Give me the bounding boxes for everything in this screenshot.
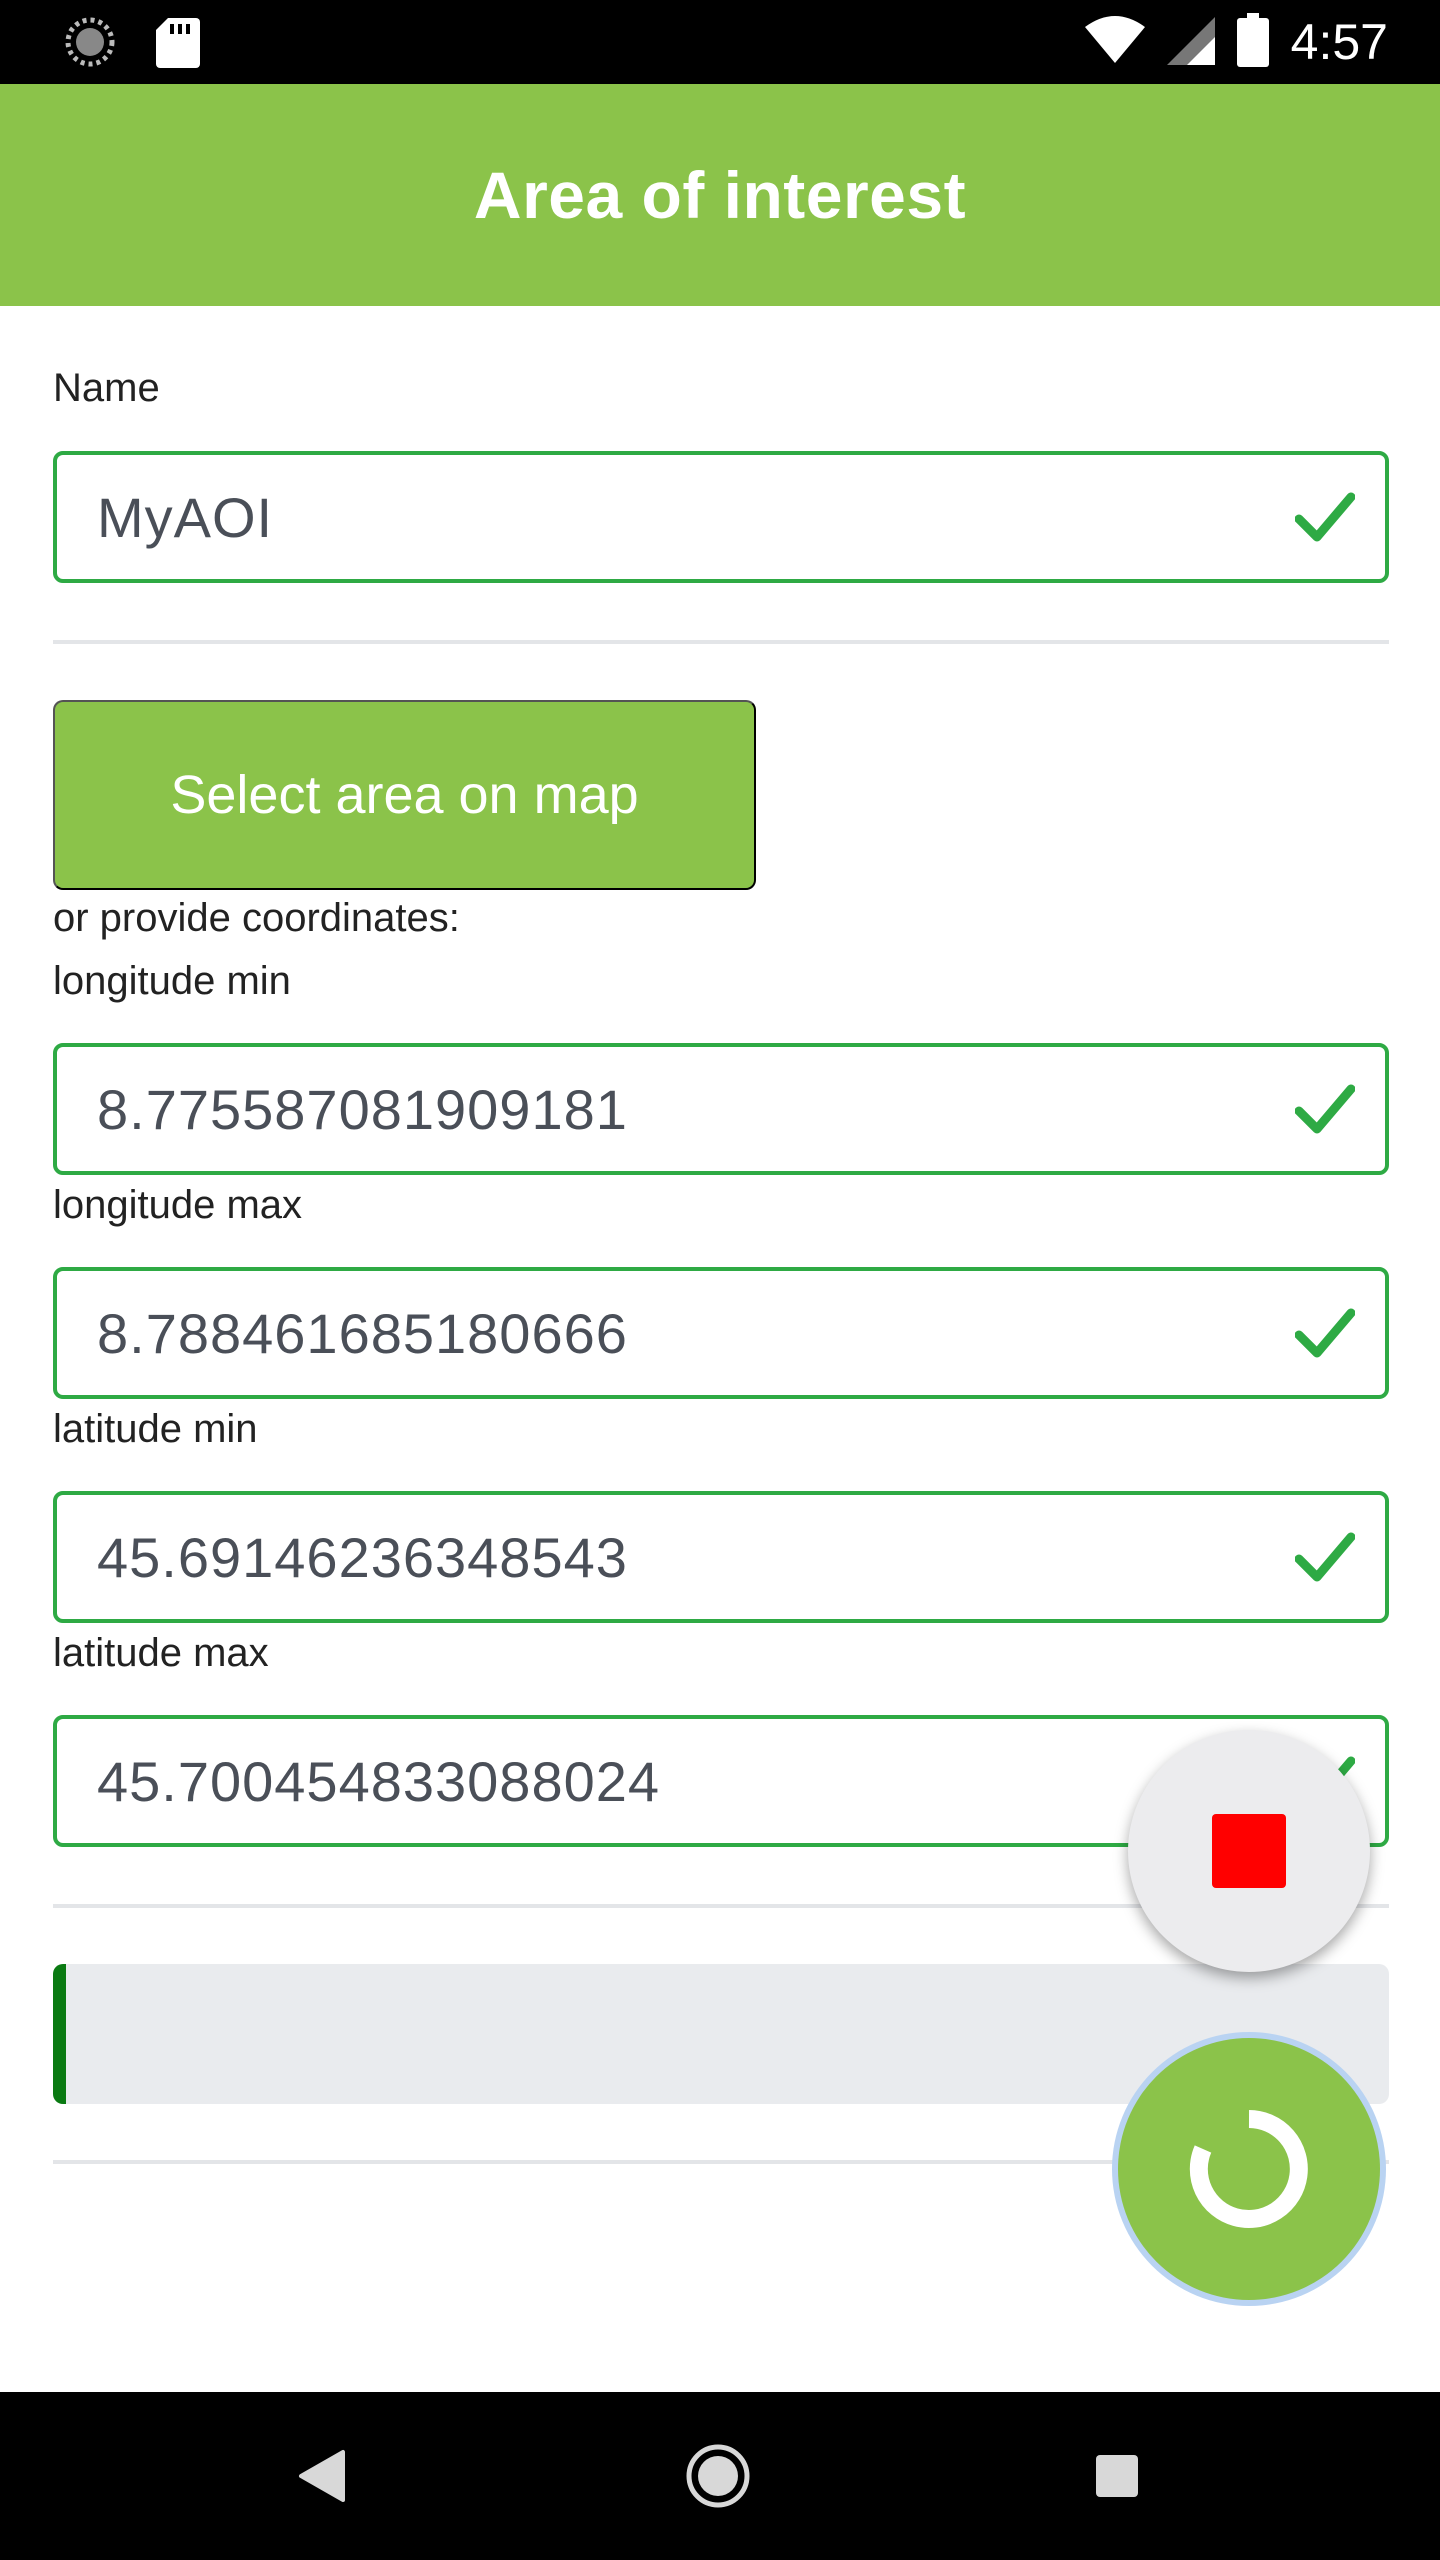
progress-fill (53, 1964, 67, 2104)
latitude-max-input[interactable] (97, 1719, 1247, 1843)
longitude-max-field-wrapper (53, 1267, 1389, 1399)
app-bar: Area of interest (0, 84, 1440, 306)
valid-check-icon (1295, 1084, 1355, 1134)
run-button[interactable] (1118, 2038, 1380, 2300)
wifi-icon (1084, 15, 1145, 70)
back-button[interactable] (282, 2436, 362, 2516)
valid-check-icon (1295, 1308, 1355, 1358)
battery-icon (1236, 12, 1269, 72)
home-button[interactable] (678, 2436, 758, 2516)
back-icon (299, 2450, 345, 2502)
divider (53, 640, 1389, 644)
loading-spinner-icon (1189, 2110, 1308, 2228)
latitude-min-field-wrapper (53, 1491, 1389, 1623)
valid-check-icon (1295, 1532, 1355, 1582)
longitude-min-field-wrapper (53, 1043, 1389, 1175)
latitude-min-label: latitude min (53, 1407, 258, 1451)
home-icon (686, 2444, 750, 2508)
longitude-max-input[interactable] (97, 1271, 1247, 1395)
longitude-min-label: longitude min (53, 959, 291, 1003)
stop-icon (1212, 1814, 1286, 1888)
stop-button[interactable] (1128, 1730, 1370, 1972)
recents-icon (1096, 2455, 1138, 2497)
status-bar: 4:57 (0, 0, 1440, 84)
name-field-wrapper (53, 451, 1389, 583)
sync-icon (64, 16, 116, 73)
recents-button[interactable] (1077, 2436, 1157, 2516)
valid-check-icon (1295, 492, 1355, 542)
status-time: 4:57 (1290, 14, 1388, 70)
latitude-min-input[interactable] (97, 1495, 1247, 1619)
longitude-min-input[interactable] (97, 1047, 1247, 1171)
sd-card-icon (156, 16, 200, 73)
navigation-bar (0, 2392, 1440, 2560)
longitude-max-label: longitude max (53, 1183, 303, 1227)
name-label: Name (53, 366, 160, 410)
page-title: Area of interest (473, 158, 967, 232)
select-area-on-map-button[interactable]: Select area on map (53, 700, 756, 890)
latitude-max-label: latitude max (53, 1631, 269, 1675)
cell-signal-icon (1166, 15, 1215, 70)
name-input[interactable] (97, 455, 1247, 579)
coordinates-hint: or provide coordinates: (53, 896, 460, 940)
